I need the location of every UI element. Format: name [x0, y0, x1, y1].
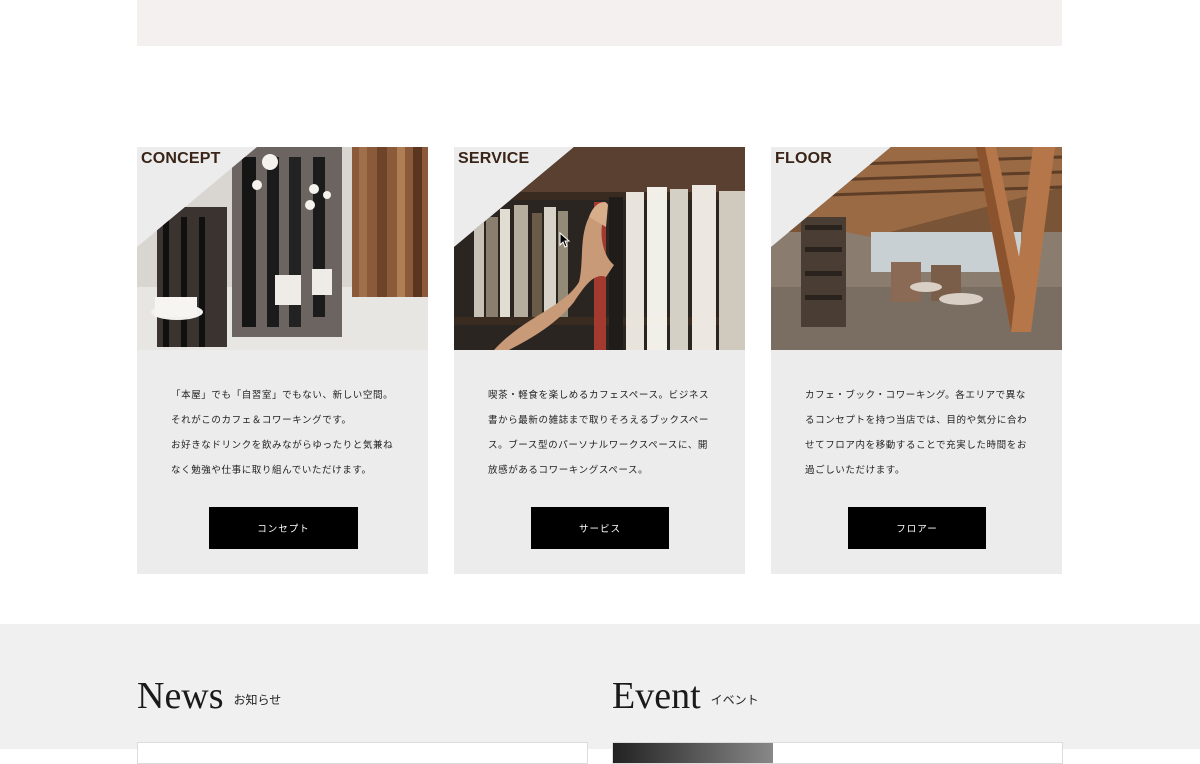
news-heading: News お知らせ	[137, 673, 281, 723]
service-image	[454, 147, 745, 350]
concept-image	[137, 147, 428, 350]
concept-button[interactable]: コンセプト	[209, 507, 358, 549]
service-card: SERVICE 喫茶・軽食を楽しめるカフェスペース。ビジネス 書から最新の雑誌ま…	[454, 147, 745, 574]
card-label-service: SERVICE	[458, 150, 530, 167]
card-label-concept: CONCEPT	[141, 150, 221, 167]
event-title: Event	[612, 675, 701, 717]
event-heading: Event イベント	[612, 673, 759, 723]
news-title: News	[137, 675, 224, 717]
event-thumbnail[interactable]	[613, 743, 773, 763]
top-banner-area	[137, 0, 1062, 46]
concept-card: CONCEPT 「本屋」でも「自習室」でもない、新しい空間。 それがこのカフェ＆…	[137, 147, 428, 574]
mouse-cursor-icon	[559, 232, 571, 248]
service-button[interactable]: サービス	[531, 507, 669, 549]
event-subtitle: イベント	[710, 693, 759, 707]
card-label-floor: FLOOR	[775, 150, 832, 167]
floor-card: FLOOR カフェ・ブック・コワーキング。各エリアで異な るコンセプトを持つ当店…	[771, 147, 1062, 574]
event-list[interactable]	[612, 742, 1063, 764]
concept-description: 「本屋」でも「自習室」でもない、新しい空間。 それがこのカフェ＆コワーキングです…	[171, 390, 394, 476]
floor-button[interactable]: フロアー	[848, 507, 986, 549]
news-list[interactable]	[137, 742, 588, 764]
service-description: 喫茶・軽食を楽しめるカフェスペース。ビジネス 書から最新の雑誌まで取りそろえるブ…	[488, 390, 710, 476]
floor-image	[771, 147, 1062, 350]
news-subtitle: お知らせ	[233, 693, 282, 707]
floor-description: カフェ・ブック・コワーキング。各エリアで異な るコンセプトを持つ当店では、目的や…	[805, 390, 1028, 476]
